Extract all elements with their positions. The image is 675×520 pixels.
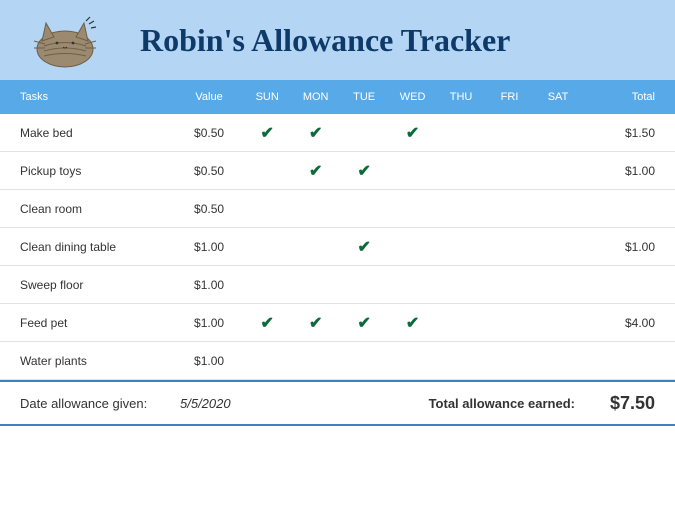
day-cell: ✔ [243,123,291,143]
row-total: $4.00 [582,316,655,330]
task-value: $0.50 [175,126,243,140]
col-header-tasks: Tasks [20,91,175,103]
task-table-body: Make bed$0.50✔✔✔$1.50Pickup toys$0.50✔✔$… [0,114,675,380]
task-name: Water plants [20,354,175,368]
table-row: Sweep floor$1.00 [0,266,675,304]
table-row: Clean room$0.50 [0,190,675,228]
table-row: Make bed$0.50 ✔ ✔ ✔ $1.50 [0,114,675,152]
footer-total-value: $7.50 [575,393,655,414]
col-header-fri: FRI [485,91,533,103]
col-header-tue: TUE [340,91,388,103]
cat-icon [30,11,100,69]
col-header-total: Total [582,91,655,103]
day-cell: ✔ [243,313,291,333]
col-header-mon: MON [291,91,339,103]
col-header-value: Value [175,91,243,103]
check-icon: ✔ [261,315,274,332]
check-icon: ✔ [406,125,419,142]
check-icon: ✔ [261,125,274,142]
day-cell: ✔ [291,123,339,143]
task-name: Make bed [20,126,175,140]
day-cell: ✔ [340,313,388,333]
col-header-sat: SAT [534,91,582,103]
day-cell: ✔ [291,161,339,181]
row-total: $1.00 [582,240,655,254]
day-cell: ✔ [388,313,436,333]
row-total: $1.00 [582,164,655,178]
check-icon: ✔ [406,315,419,332]
table-row: Feed pet$1.00 ✔ ✔ ✔ ✔ $4.00 [0,304,675,342]
check-icon: ✔ [357,239,370,256]
day-cell: ✔ [388,123,436,143]
footer-date-label: Date allowance given: [20,396,180,411]
task-name: Pickup toys [20,164,175,178]
header: Robin's Allowance Tracker [0,0,675,80]
task-name: Sweep floor [20,278,175,292]
table-row: Pickup toys$0.50 ✔ ✔ $1.00 [0,152,675,190]
day-cell: ✔ [340,237,388,257]
footer-date-value: 5/5/2020 [180,396,270,411]
task-value: $1.00 [175,354,243,368]
task-name: Feed pet [20,316,175,330]
task-value: $1.00 [175,278,243,292]
column-header-row: Tasks Value SUN MON TUE WED THU FRI SAT … [0,80,675,114]
table-row: Water plants$1.00 [0,342,675,380]
task-name: Clean dining table [20,240,175,254]
page-title: Robin's Allowance Tracker [140,22,510,59]
footer-total-label: Total allowance earned: [429,396,575,411]
day-cell: ✔ [340,161,388,181]
task-name: Clean room [20,202,175,216]
col-header-sun: SUN [243,91,291,103]
col-header-thu: THU [437,91,485,103]
table-row: Clean dining table$1.00✔$1.00 [0,228,675,266]
day-cell: ✔ [291,313,339,333]
check-icon: ✔ [309,163,322,180]
check-icon: ✔ [309,125,322,142]
col-header-wed: WED [388,91,436,103]
check-icon: ✔ [309,315,322,332]
check-icon: ✔ [357,315,370,332]
footer-row: Date allowance given: 5/5/2020 Total all… [0,380,675,426]
check-icon: ✔ [357,163,370,180]
row-total: $1.50 [582,126,655,140]
task-value: $0.50 [175,202,243,216]
task-value: $1.00 [175,316,243,330]
task-value: $0.50 [175,164,243,178]
task-value: $1.00 [175,240,243,254]
